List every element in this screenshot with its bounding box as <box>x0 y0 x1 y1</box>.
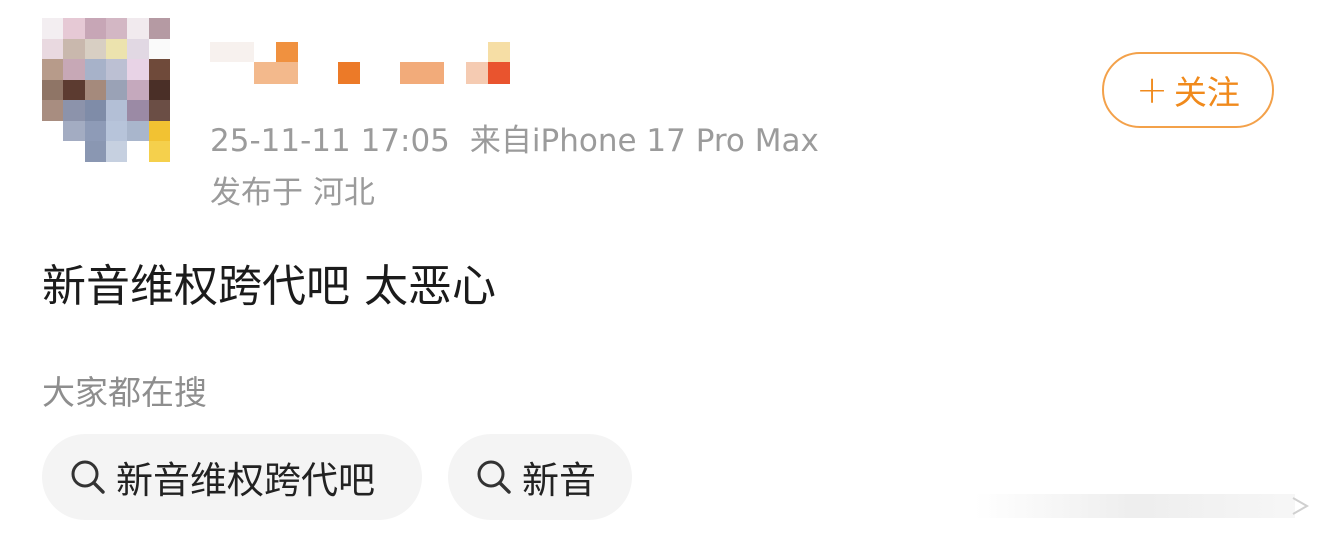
search-chip-label: 新音 <box>522 459 596 502</box>
post-meta-time: 25-11-11 17:05 来自iPhone 17 Pro Max <box>210 115 819 160</box>
username-redacted[interactable] <box>210 40 510 86</box>
search-icon <box>477 460 511 494</box>
post-text: 新音维权跨代吧 太恶心 <box>42 261 496 312</box>
follow-button[interactable]: + 关注 <box>1102 52 1274 128</box>
search-chip[interactable]: 新音 <box>448 434 632 520</box>
search-icon <box>71 460 105 494</box>
search-chip-label: 新音维权跨代吧 <box>116 459 375 502</box>
plus-icon: + <box>1136 68 1168 112</box>
watermark-icon <box>975 494 1310 518</box>
search-chip[interactable]: 新音维权跨代吧 <box>42 434 422 520</box>
avatar[interactable] <box>42 18 170 162</box>
post-time: 25-11-11 17:05 <box>210 123 450 159</box>
trending-search-title: 大家都在搜 <box>42 373 207 412</box>
post-source: 来自iPhone 17 Pro Max <box>469 123 819 159</box>
follow-button-label: 关注 <box>1173 73 1240 112</box>
post-location: 发布于 河北 <box>210 175 375 211</box>
